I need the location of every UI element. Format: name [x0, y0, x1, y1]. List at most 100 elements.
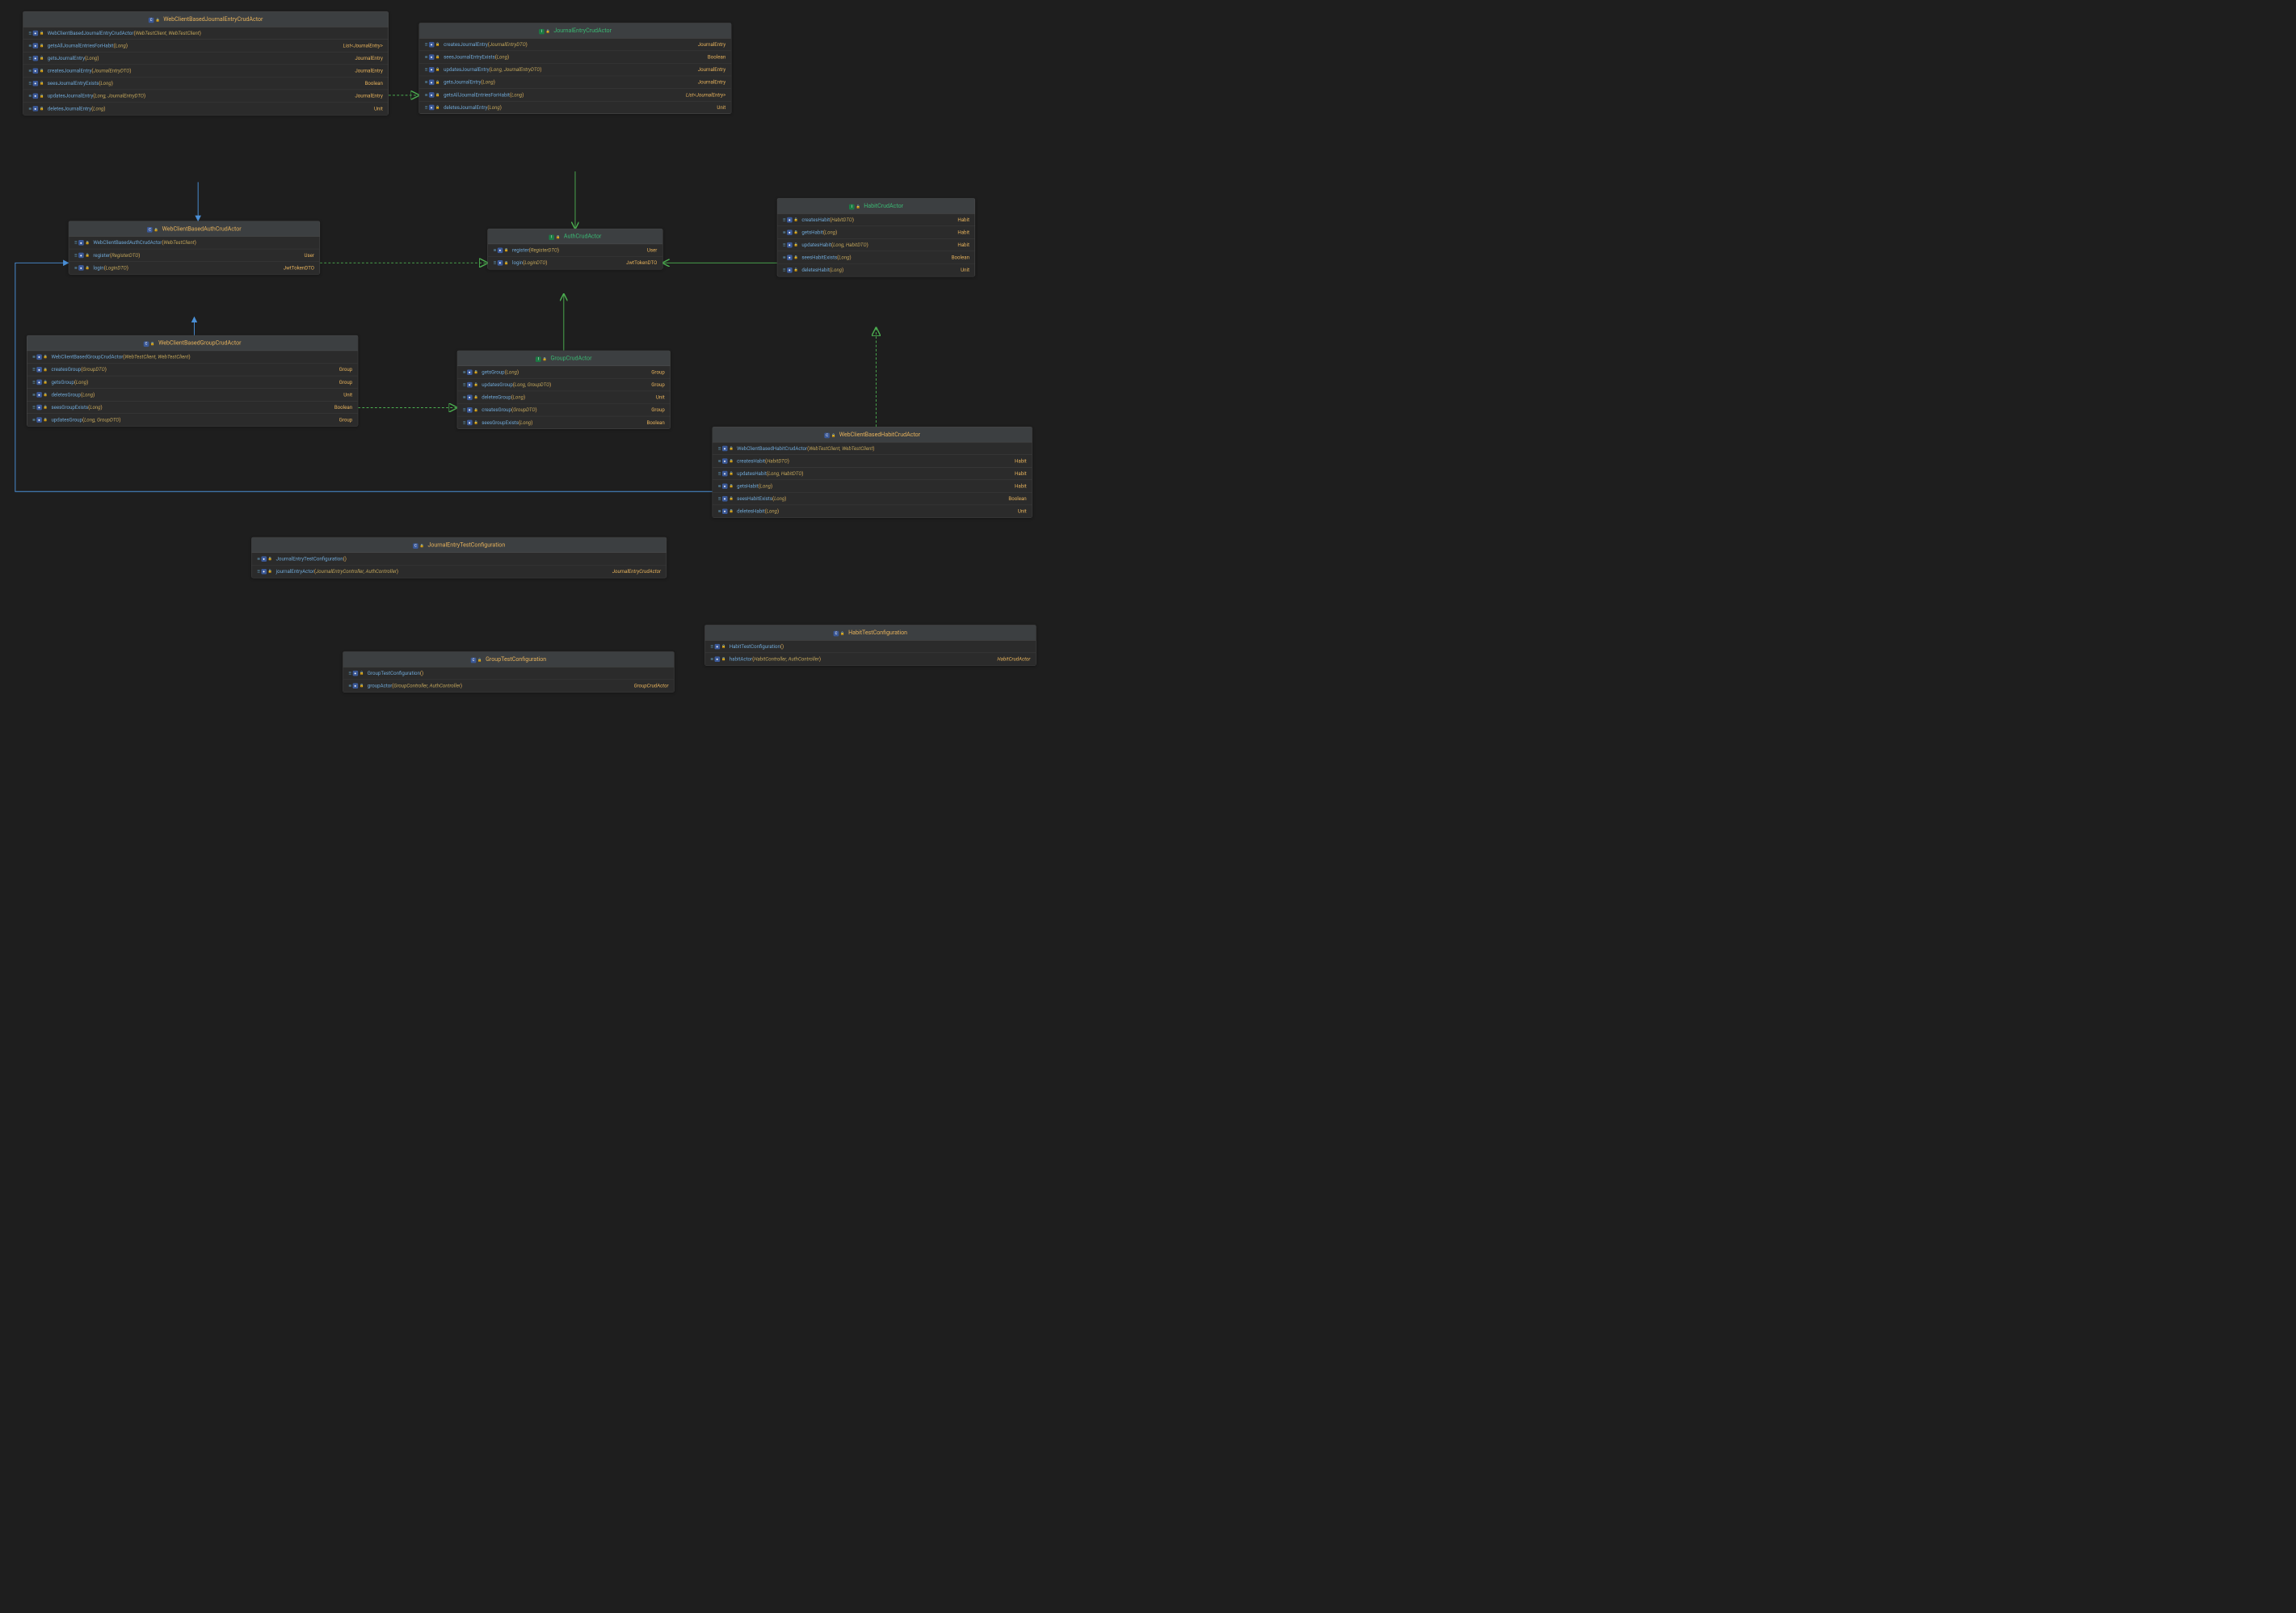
class-member[interactable]: ≡●🔒login(LoginDTO)JwtTokenDTO [488, 257, 662, 269]
uml-class-habitActor[interactable]: I🔒HabitCrudActor≡●🔒createsHabit(HabitDTO… [777, 198, 975, 276]
class-member[interactable]: ≡●🔒WebClientBasedHabitCrudActor(WebTestC… [713, 442, 1032, 455]
paren-close: ) [345, 556, 347, 562]
member-name: createsJournalEntry [48, 68, 92, 74]
return-type: Habit [950, 230, 969, 235]
class-member[interactable]: ≡●🔒login(LoginDTO)JwtTokenDTO [69, 262, 319, 274]
class-member[interactable]: ≡●🔒deletesJournalEntry(Long)Unit [419, 101, 731, 113]
member-name: deletesHabit [737, 508, 765, 514]
member-name: WebClientBasedGroupCrudActor [51, 354, 123, 360]
member-params: Long [100, 81, 111, 86]
class-member[interactable]: ≡●🔒getsGroup(Long)Group [457, 366, 670, 379]
lock-icon: 🔒 [267, 569, 273, 575]
class-member[interactable]: ≡●🔒register(RegisterDTO)User [69, 249, 319, 262]
class-member[interactable]: ≡●🔒updatesGroup(Long, GroupDTO)Group [457, 379, 670, 392]
method-icon: ≡ [718, 458, 721, 465]
class-member[interactable]: ≡●🔒createsGroup(GroupDTO)Group [27, 364, 357, 377]
class-member[interactable]: ≡●🔒deletesHabit(Long)Unit [713, 505, 1032, 517]
class-member[interactable]: ≡●🔒deletesJournalEntry(Long)Unit [23, 103, 389, 115]
lock-icon: 🔒 [473, 394, 479, 400]
class-member[interactable]: ≡●🔒journalEntryActor(JournalEntryControl… [252, 566, 667, 578]
paren-close: ) [517, 369, 519, 375]
class-title: I🔒AuthCrudActor [488, 229, 662, 244]
class-member[interactable]: ≡●🔒getsJournalEntry(Long)JournalEntry [419, 76, 731, 89]
uml-class-wcJournal[interactable]: C🔒WebClientBasedJournalEntryCrudActor≡●🔒… [23, 11, 389, 115]
class-member[interactable]: ≡●🔒WebClientBasedGroupCrudActor(WebTestC… [27, 351, 357, 364]
uml-class-wcAuth[interactable]: C🔒WebClientBasedAuthCrudActor≡●🔒WebClien… [69, 221, 320, 274]
class-icon: C [144, 341, 149, 347]
member-params: Long [513, 394, 524, 400]
member-params: Long [497, 54, 507, 60]
class-member[interactable]: ≡●🔒updatesHabit(Long, HabitDTO)Habit [777, 239, 974, 252]
class-member[interactable]: ≡●🔒getsAllJournalEntriesForHabit(Long)Li… [23, 40, 389, 53]
paren-close: ) [105, 367, 107, 373]
class-icon: C [471, 658, 477, 663]
member-name: updatesGroup [51, 417, 82, 423]
class-title: C🔒WebClientBasedGroupCrudActor [27, 335, 357, 351]
class-icon-small: ● [467, 407, 473, 413]
uml-class-journalActor[interactable]: I🔒JournalEntryCrudActor≡●🔒createsJournal… [419, 23, 732, 114]
class-member[interactable]: ≡●🔒updatesJournalEntry(Long, JournalEntr… [419, 64, 731, 77]
class-member[interactable]: ≡●🔒deletesGroup(Long)Unit [27, 389, 357, 402]
class-member[interactable]: ≡●🔒createsJournalEntry(JournalEntryDTO)J… [23, 65, 389, 78]
member-name: WebClientBasedJournalEntryCrudActor [48, 30, 134, 36]
class-icon-small: ● [36, 405, 42, 411]
uml-class-groupActor[interactable]: I🔒GroupCrudActor≡●🔒getsGroup(Long)Group≡… [457, 351, 671, 429]
return-type: User [296, 252, 314, 258]
class-icon-small: ● [32, 43, 38, 48]
class-member[interactable]: ≡●🔒seesGroupExists(Long)Boolean [457, 416, 670, 428]
class-member[interactable]: ≡●🔒updatesJournalEntry(Long, JournalEntr… [23, 90, 389, 103]
class-member[interactable]: ≡●🔒deletesHabit(Long)Unit [777, 264, 974, 276]
class-member[interactable]: ≡●🔒getsGroup(Long)Group [27, 376, 357, 389]
class-member[interactable]: ≡●🔒getsAllJournalEntriesForHabit(Long)Li… [419, 89, 731, 102]
class-member[interactable]: ≡●🔒seesJournalEntryExists(Long)Boolean [419, 51, 731, 64]
class-icon-small: ● [78, 265, 84, 271]
class-member[interactable]: ≡●🔒getsHabit(Long)Habit [713, 480, 1032, 493]
uml-class-habitConfig[interactable]: C🔒HabitTestConfiguration≡●🔒HabitTestConf… [704, 625, 1036, 665]
class-icon-small: ● [429, 92, 435, 98]
class-member[interactable]: ≡●🔒WebClientBasedAuthCrudActor(WebTestCl… [69, 237, 319, 250]
class-member[interactable]: ≡●🔒createsHabit(HabitDTO)Habit [777, 214, 974, 227]
class-member[interactable]: ≡●🔒seesJournalEntryExists(Long)Boolean [23, 78, 389, 91]
class-member[interactable]: ≡●🔒seesGroupExists(Long)Boolean [27, 401, 357, 414]
class-member[interactable]: ≡●🔒groupActor(GroupController, AuthContr… [343, 680, 674, 692]
return-type: GroupCrudActor [626, 683, 668, 689]
class-member[interactable]: ≡●🔒createsJournalEntry(JournalEntryDTO)J… [419, 39, 731, 52]
member-name: getsAllJournalEntriesForHabit [48, 43, 114, 48]
class-member[interactable]: ≡●🔒updatesGroup(Long, GroupDTO)Group [27, 414, 357, 426]
member-name: getsHabit [737, 483, 759, 489]
return-type: Boolean [1001, 496, 1027, 502]
uml-class-wcGroup[interactable]: C🔒WebClientBasedGroupCrudActor≡●🔒WebClie… [27, 335, 358, 427]
class-member[interactable]: ≡●🔒WebClientBasedJournalEntryCrudActor(W… [23, 27, 389, 40]
class-member[interactable]: ≡●🔒updatesHabit(Long, HabitDTO)Habit [713, 468, 1032, 481]
return-type: JwtTokenDTO [619, 260, 658, 266]
class-member[interactable]: ≡●🔒seesHabitExists(Long)Boolean [713, 493, 1032, 506]
return-type: Boolean [326, 404, 352, 410]
class-member[interactable]: ≡●🔒getsJournalEntry(Long)JournalEntry [23, 53, 389, 65]
member-params: Long [511, 92, 522, 98]
uml-class-journalConfig[interactable]: C🔒JournalEntryTestConfiguration≡●🔒Journa… [251, 537, 667, 578]
class-member[interactable]: ≡●🔒deletesGroup(Long)Unit [457, 391, 670, 404]
uml-class-authActor[interactable]: I🔒AuthCrudActor≡●🔒register(RegisterDTO)U… [488, 229, 663, 269]
class-member[interactable]: ≡●🔒HabitTestConfiguration() [705, 641, 1036, 654]
class-member[interactable]: ≡●🔒register(RegisterDTO)User [488, 244, 662, 257]
class-member[interactable]: ≡●🔒createsHabit(HabitDTO)Habit [713, 455, 1032, 468]
class-icon-small: ● [467, 382, 473, 388]
member-params: Long [760, 483, 771, 489]
method-icon: ≡ [494, 260, 497, 267]
class-title: I🔒HabitCrudActor [777, 199, 974, 214]
return-type: Habit [1007, 458, 1027, 464]
paren-close: ) [835, 230, 837, 235]
lock-icon: 🔒 [435, 54, 441, 60]
class-member[interactable]: ≡●🔒seesHabitExists(Long)Boolean [777, 251, 974, 264]
class-member[interactable]: ≡●🔒GroupTestConfiguration() [343, 668, 674, 680]
member-name: updatesHabit [801, 242, 831, 248]
uml-class-wcHabit[interactable]: C🔒WebClientBasedHabitCrudActor≡●🔒WebClie… [713, 427, 1032, 518]
lock-icon: 🔒 [39, 68, 44, 74]
uml-class-groupConfig[interactable]: C🔒GroupTestConfiguration≡●🔒GroupTestConf… [343, 651, 674, 692]
class-member[interactable]: ≡●🔒JournalEntryTestConfiguration() [252, 553, 667, 566]
class-member[interactable]: ≡●🔒habitActor(HabitController, AuthContr… [705, 653, 1036, 665]
lock-icon: 🔒 [43, 380, 48, 385]
class-member[interactable]: ≡●🔒createsGroup(GroupDTO)Group [457, 404, 670, 417]
class-member[interactable]: ≡●🔒getsHabit(Long)Habit [777, 226, 974, 239]
return-type: Group [331, 367, 352, 373]
